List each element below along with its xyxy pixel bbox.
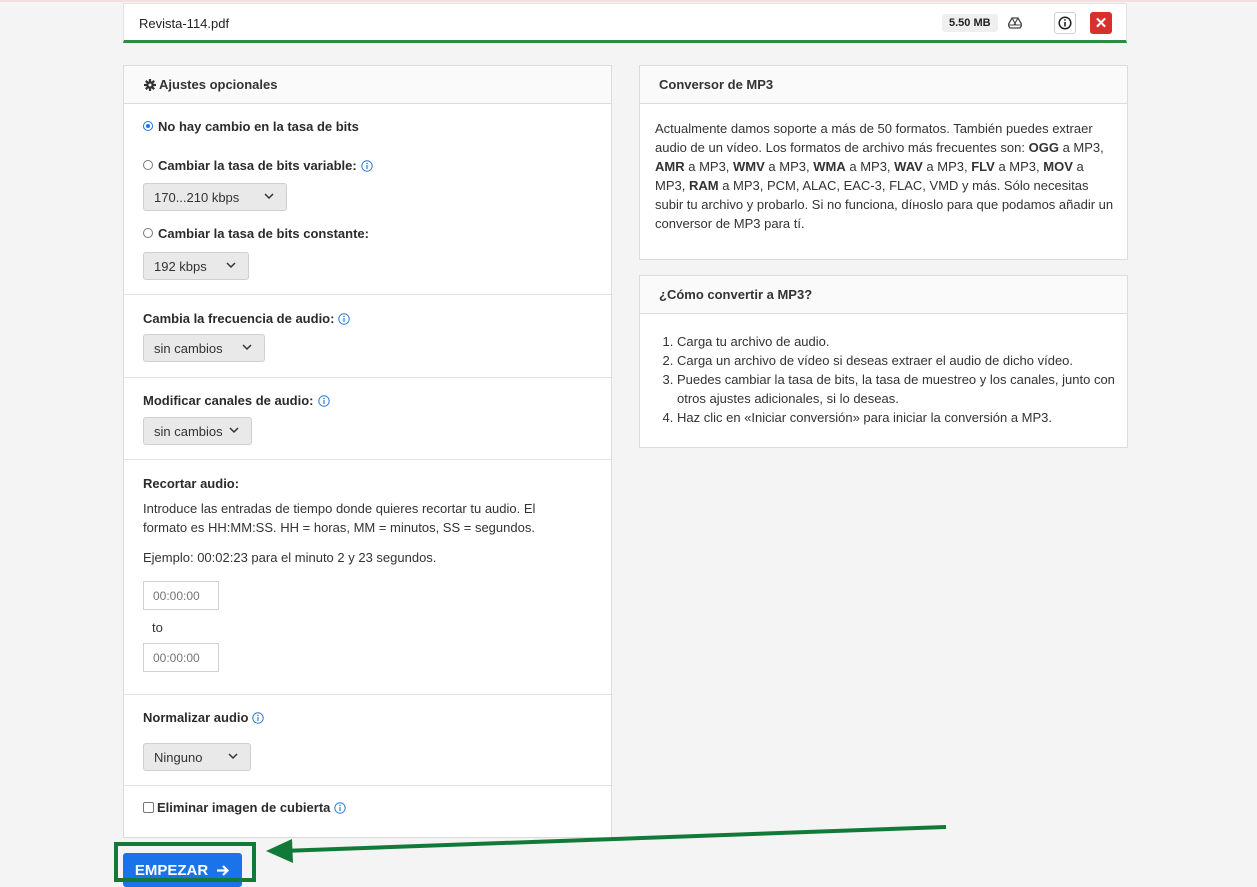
frequency-section: Cambia la frecuencia de audio: sin cambi… bbox=[124, 295, 611, 378]
chevron-down-icon bbox=[226, 262, 236, 269]
chevron-down-icon bbox=[264, 193, 274, 200]
trim-example: Ejemplo: 00:02:23 para el minuto 2 y 23 … bbox=[143, 550, 437, 565]
highlight-box bbox=[114, 842, 256, 882]
frequency-select[interactable]: sin cambios bbox=[143, 334, 265, 362]
normalize-select[interactable]: Ninguno bbox=[143, 743, 251, 771]
trim-section: Recortar audio: Introduce las entradas d… bbox=[124, 460, 611, 695]
trim-to-label: to bbox=[152, 620, 163, 635]
file-size-badge: 5.50 MB bbox=[942, 14, 998, 32]
optional-settings-panel: Ajustes opcionales No hay cambio en la t… bbox=[123, 65, 612, 838]
info-icon[interactable] bbox=[338, 313, 351, 325]
constant-bitrate-label: Cambiar la tasa de bits constante: bbox=[158, 226, 369, 241]
annotation-arrow-icon bbox=[266, 825, 947, 863]
info-icon[interactable] bbox=[361, 160, 373, 172]
frequency-label: Cambia la frecuencia de audio: bbox=[143, 311, 351, 326]
channels-section: Modificar canales de audio: sin cambios bbox=[124, 378, 611, 460]
info-icon[interactable] bbox=[334, 802, 347, 814]
converter-info-panel: Conversor de MP3 Actualmente damos sopor… bbox=[639, 65, 1128, 260]
list-item: Carga tu archivo de audio. bbox=[677, 332, 1137, 351]
chevron-down-icon bbox=[229, 427, 239, 434]
remove-cover-checkbox[interactable] bbox=[143, 802, 154, 813]
list-item: Puedes cambiar la tasa de bits, la tasa … bbox=[677, 370, 1137, 408]
radio-variable-bitrate[interactable] bbox=[143, 160, 153, 170]
settings-title: Ajustes opcionales bbox=[159, 77, 278, 92]
info-icon[interactable] bbox=[252, 712, 265, 724]
cloud-drive-icon[interactable] bbox=[1004, 12, 1026, 34]
bitrate-section: No hay cambio en la tasa de bits Cambiar… bbox=[124, 104, 611, 295]
variable-bitrate-select[interactable]: 170...210 kbps bbox=[143, 183, 287, 211]
list-item: Carga un archivo de vídeo si deseas extr… bbox=[677, 351, 1137, 370]
channels-label: Modificar canales de audio: bbox=[143, 393, 330, 408]
no-change-label: No hay cambio en la tasa de bits bbox=[158, 119, 359, 134]
converter-title: Conversor de MP3 bbox=[640, 66, 1127, 104]
constant-bitrate-select[interactable]: 192 kbps bbox=[143, 252, 249, 280]
trim-end-input[interactable] bbox=[143, 643, 219, 672]
file-name: Revista-114.pdf bbox=[139, 16, 230, 31]
converter-description: Actualmente damos soporte a más de 50 fo… bbox=[655, 121, 1114, 231]
howto-steps: Carga tu archivo de audio. Carga un arch… bbox=[655, 332, 1137, 427]
howto-title: ¿Cómo convertir a MP3? bbox=[640, 276, 1127, 314]
info-icon[interactable] bbox=[1054, 12, 1076, 34]
howto-panel: ¿Cómo convertir a MP3? Carga tu archivo … bbox=[639, 275, 1128, 448]
info-icon[interactable] bbox=[317, 395, 330, 407]
trim-label: Recortar audio: bbox=[143, 476, 240, 491]
chevron-down-icon bbox=[242, 344, 252, 351]
normalize-label: Normalizar audio bbox=[143, 710, 265, 725]
radio-constant-bitrate[interactable] bbox=[143, 228, 153, 238]
close-icon[interactable]: ✕ bbox=[1090, 12, 1112, 34]
trim-description: Introduce las entradas de tiempo donde q… bbox=[143, 501, 536, 535]
top-border bbox=[0, 0, 1257, 2]
remove-cover-label: Eliminar imagen de cubierta bbox=[157, 800, 347, 815]
channels-select[interactable]: sin cambios bbox=[143, 417, 252, 445]
trim-start-input[interactable] bbox=[143, 581, 219, 610]
file-bar: Revista-114.pdf 5.50 MB ✕ bbox=[123, 3, 1127, 43]
gear-icon bbox=[144, 79, 156, 94]
panel-header: Ajustes opcionales bbox=[124, 66, 611, 104]
variable-bitrate-label: Cambiar la tasa de bits variable: bbox=[158, 158, 373, 173]
chevron-down-icon bbox=[228, 753, 238, 760]
list-item: Haz clic en «Iniciar conversión» para in… bbox=[677, 408, 1137, 427]
radio-no-change[interactable] bbox=[143, 121, 153, 131]
normalize-section: Normalizar audio Ninguno bbox=[124, 695, 611, 786]
